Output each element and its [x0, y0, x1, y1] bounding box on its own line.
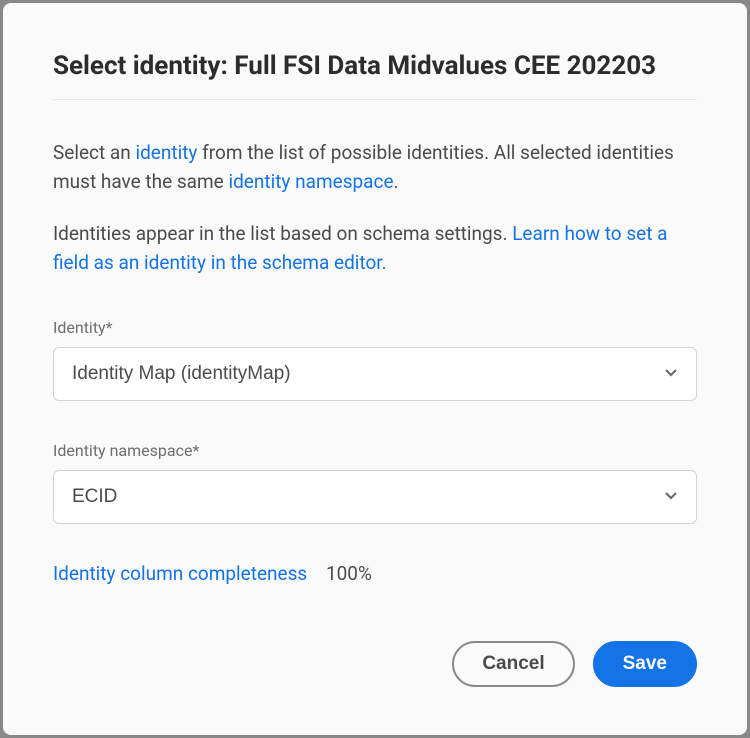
identity-namespace-link[interactable]: identity namespace: [228, 170, 393, 193]
completeness-value: 100%: [326, 562, 372, 585]
desc-text: Identities appear in the list based on s…: [53, 222, 512, 245]
identity-link[interactable]: identity: [135, 141, 197, 164]
completeness-link[interactable]: Identity column completeness: [53, 562, 307, 585]
identity-label: Identity*: [53, 318, 697, 337]
identity-select-wrap: Identity Map (identityMap): [53, 347, 697, 401]
namespace-select[interactable]: ECID: [53, 470, 697, 524]
identity-field-group: Identity* Identity Map (identityMap): [53, 318, 697, 401]
description-1: Select an identity from the list of poss…: [53, 138, 697, 197]
completeness-row: Identity column completeness 100%: [53, 562, 697, 585]
cancel-button[interactable]: Cancel: [452, 641, 574, 687]
identity-select[interactable]: Identity Map (identityMap): [53, 347, 697, 401]
desc-text: Select an: [53, 141, 135, 164]
divider: [53, 99, 697, 100]
namespace-field-group: Identity namespace* ECID: [53, 441, 697, 524]
identity-select-value: Identity Map (identityMap): [72, 363, 291, 385]
namespace-label: Identity namespace*: [53, 441, 697, 460]
namespace-select-wrap: ECID: [53, 470, 697, 524]
save-button[interactable]: Save: [593, 641, 697, 687]
desc-text: .: [394, 170, 399, 193]
modal-footer: Cancel Save: [452, 641, 697, 687]
modal-title: Select identity: Full FSI Data Midvalues…: [53, 51, 697, 81]
namespace-select-value: ECID: [72, 486, 117, 508]
select-identity-modal: Select identity: Full FSI Data Midvalues…: [3, 3, 747, 735]
description-2: Identities appear in the list based on s…: [53, 219, 697, 278]
